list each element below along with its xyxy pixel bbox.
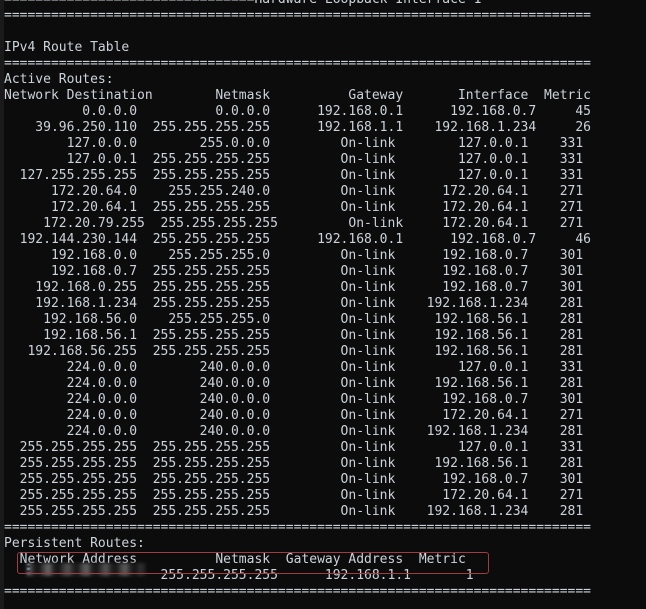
table-row: 172.20.64.1 255.255.255.255 On-link 172.… — [4, 200, 584, 215]
terminal-window: ================================Hardware… — [0, 0, 646, 609]
table-row: 224.0.0.0 240.0.0.0 On-link 127.0.0.1 33… — [4, 360, 584, 375]
table-row: 192.168.1.234 255.255.255.255 On-link 19… — [4, 296, 584, 311]
table-row: 255.255.255.255 255.255.255.255 On-link … — [4, 440, 584, 455]
table-row: 39.96.250.110 255.255.255.255 192.168.1.… — [4, 120, 591, 135]
console-output: ================================Hardware… — [4, 0, 646, 600]
separator-line-1: ========================================… — [4, 8, 591, 23]
table-row: 0.0.0.0 0.0.0.0 192.168.0.1 192.168.0.7 … — [4, 104, 591, 119]
persistent-route-values: 255.255.255.255 192.168.1.1 1 — [4, 568, 474, 583]
table-row: 255.255.255.255 255.255.255.255 On-link … — [4, 488, 584, 503]
table-row: 255.255.255.255 255.255.255.255 On-link … — [4, 472, 584, 487]
table-row: 127.0.0.1 255.255.255.255 On-link 127.0.… — [4, 152, 584, 167]
blank-line-1 — [4, 24, 646, 40]
table-row: 127.0.0.0 255.0.0.0 On-link 127.0.0.1 33… — [4, 136, 584, 151]
table-row: 172.20.64.0 255.255.240.0 On-link 172.20… — [4, 184, 584, 199]
table-row: 192.168.56.1 255.255.255.255 On-link 192… — [4, 328, 584, 343]
table-row: 224.0.0.0 240.0.0.0 On-link 192.168.1.23… — [4, 424, 584, 439]
separator-line-2: ========================================… — [4, 56, 591, 71]
active-routes-label: Active Routes: — [4, 72, 114, 87]
table-row: 255.255.255.255 255.255.255.255 On-link … — [4, 504, 584, 519]
table-row: 127.255.255.255 255.255.255.255 On-link … — [4, 168, 584, 183]
table-row: 192.168.0.255 255.255.255.255 On-link 19… — [4, 280, 584, 295]
active-routes-header: Network Destination Netmask Gateway Inte… — [4, 88, 591, 103]
table-row: 192.168.56.255 255.255.255.255 On-link 1… — [4, 344, 584, 359]
table-row: 192.168.0.0 255.255.255.0 On-link 192.16… — [4, 248, 584, 263]
table-row: 192.144.230.144 255.255.255.255 192.168.… — [4, 232, 591, 247]
page-title: IPv4 Route Table — [4, 40, 130, 55]
top-partial-line: ================================Hardware… — [4, 0, 646, 8]
persistent-routes-header: Network Address Netmask Gateway Address … — [4, 552, 466, 567]
persistent-route-row: 255.255.255.255 192.168.1.1 1 — [4, 568, 646, 584]
table-row: 224.0.0.0 240.0.0.0 On-link 172.20.64.1 … — [4, 408, 584, 423]
persistent-routes-label: Persistent Routes: — [4, 536, 145, 551]
table-row: 192.168.0.7 255.255.255.255 On-link 192.… — [4, 264, 584, 279]
terminal-screen[interactable]: ================================Hardware… — [4, 0, 646, 609]
separator-line-4: ========================================… — [4, 584, 591, 599]
table-row: 192.168.56.0 255.255.255.0 On-link 192.1… — [4, 312, 584, 327]
table-row: 224.0.0.0 240.0.0.0 On-link 192.168.56.1… — [4, 376, 584, 391]
table-row: 172.20.79.255 255.255.255.255 On-link 17… — [4, 216, 584, 231]
separator-line-3: ========================================… — [4, 520, 591, 535]
table-row: 224.0.0.0 240.0.0.0 On-link 192.168.0.7 … — [4, 392, 584, 407]
table-row: 255.255.255.255 255.255.255.255 On-link … — [4, 456, 584, 471]
